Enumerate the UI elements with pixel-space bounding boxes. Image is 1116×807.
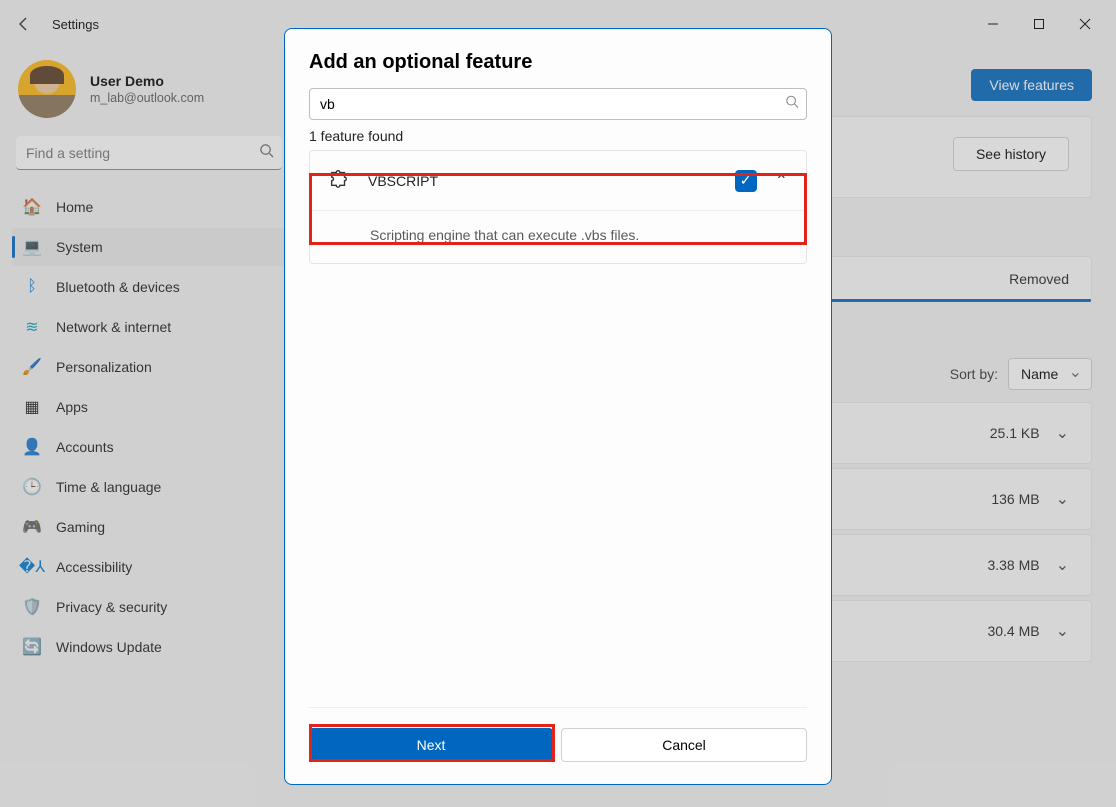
feature-result-card: VBSCRIPT ✓ ⌃ Scripting engine that can e… (309, 150, 807, 264)
feature-description: Scripting engine that can execute .vbs f… (310, 210, 806, 263)
modal-overlay: Add an optional feature 1 feature found … (0, 0, 1116, 807)
feature-name: VBSCRIPT (368, 173, 438, 189)
chevron-up-icon[interactable]: ⌃ (775, 171, 788, 191)
add-feature-modal: Add an optional feature 1 feature found … (284, 28, 832, 785)
modal-title: Add an optional feature (309, 51, 807, 74)
feature-result-header[interactable]: VBSCRIPT ✓ ⌃ (310, 151, 806, 210)
search-icon (785, 95, 799, 114)
modal-footer: Next Cancel (309, 707, 807, 762)
results-count: 1 feature found (309, 128, 807, 144)
puzzle-icon (328, 167, 350, 194)
modal-search-input[interactable] (309, 88, 807, 120)
cancel-button[interactable]: Cancel (561, 728, 807, 762)
feature-checkbox[interactable]: ✓ (735, 170, 757, 192)
next-button[interactable]: Next (309, 728, 553, 762)
modal-search-wrap (309, 88, 807, 120)
